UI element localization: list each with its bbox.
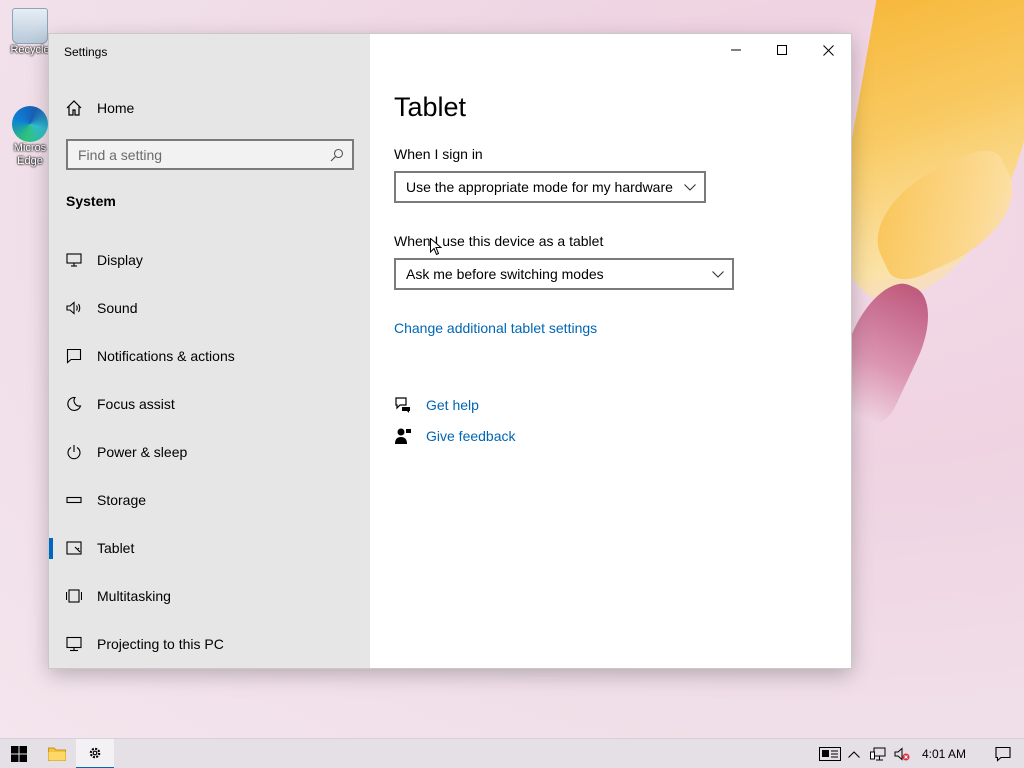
window-controls xyxy=(713,34,851,66)
page-title: Tablet xyxy=(394,92,467,122)
sidebar-item-label: Tablet xyxy=(97,540,135,556)
network-icon xyxy=(869,747,886,761)
sidebar-item-label: Focus assist xyxy=(97,396,175,412)
notification-icon xyxy=(995,746,1011,762)
desktop-icon-edge[interactable]: Micros Edge xyxy=(6,106,54,168)
mouse-cursor-icon xyxy=(430,238,442,256)
projecting-icon xyxy=(66,636,82,652)
sidebar-item-storage[interactable]: Storage xyxy=(49,476,370,524)
maximize-button[interactable] xyxy=(759,34,805,66)
feedback-icon xyxy=(395,428,411,444)
sidebar-item-label: Display xyxy=(97,252,143,268)
sidebar-item-sound[interactable]: Sound xyxy=(49,284,370,332)
chevron-down-icon xyxy=(684,183,696,191)
clock[interactable]: 4:01 AM xyxy=(914,747,982,761)
recycle-bin-icon xyxy=(12,8,48,44)
minimize-icon xyxy=(731,49,741,51)
sidebar-item-label: Multitasking xyxy=(97,588,171,604)
settings-window: Settings Home System Display xyxy=(49,34,851,668)
sidebar-item-projecting[interactable]: Projecting to this PC xyxy=(49,620,370,668)
get-help-link[interactable]: Get help xyxy=(426,397,479,413)
close-button[interactable] xyxy=(805,34,851,66)
system-tray: 4:01 AM xyxy=(818,739,1024,768)
tray-show-hidden[interactable] xyxy=(842,739,866,768)
section-heading: System xyxy=(66,193,116,209)
news-icon xyxy=(818,747,841,761)
sign-in-label: When I sign in xyxy=(394,146,483,162)
tray-news[interactable] xyxy=(818,739,842,768)
home-icon xyxy=(66,100,82,116)
dropdown-value: Ask me before switching modes xyxy=(406,266,604,282)
sidebar-item-label: Sound xyxy=(97,300,138,316)
sign-in-dropdown[interactable]: Use the appropriate mode for my hardware xyxy=(394,171,706,203)
windows-logo-icon xyxy=(11,745,27,762)
sidebar-home[interactable]: Home xyxy=(65,98,134,118)
desktop-icon-label: Recycle xyxy=(10,44,50,56)
sidebar-item-focus-assist[interactable]: Focus assist xyxy=(49,380,370,428)
action-center-button[interactable] xyxy=(982,739,1024,768)
search-icon xyxy=(330,148,344,161)
start-button[interactable] xyxy=(0,739,38,768)
multitasking-icon xyxy=(66,588,82,604)
sidebar-item-label: Notifications & actions xyxy=(97,348,235,364)
sidebar-nav: Display Sound Notifications & actions Fo… xyxy=(49,236,370,668)
chevron-up-icon xyxy=(848,750,860,758)
folder-icon xyxy=(48,747,66,761)
sidebar-item-label: Storage xyxy=(97,492,147,508)
main-content: Tablet When I sign in Use the appropriat… xyxy=(370,34,851,668)
moon-icon xyxy=(66,396,82,412)
sidebar-item-multitasking[interactable]: Multitasking xyxy=(49,572,370,620)
search-input[interactable] xyxy=(78,146,330,163)
minimize-button[interactable] xyxy=(713,34,759,66)
tablet-use-label: When I use this device as a tablet xyxy=(394,233,604,249)
home-label: Home xyxy=(97,100,135,116)
window-title: Settings xyxy=(64,45,108,59)
sound-icon xyxy=(66,300,82,316)
taskbar-settings[interactable] xyxy=(76,738,114,768)
volume-muted-icon xyxy=(894,747,910,761)
sidebar-item-power-sleep[interactable]: Power & sleep xyxy=(49,428,370,476)
maximize-icon xyxy=(777,45,787,55)
give-feedback-row[interactable]: Give feedback xyxy=(394,427,516,445)
sidebar-item-label: Power & sleep xyxy=(97,444,188,460)
desktop-icon-recycle-bin[interactable]: Recycle xyxy=(6,8,54,57)
close-icon xyxy=(822,44,834,56)
sidebar-item-notifications[interactable]: Notifications & actions xyxy=(49,332,370,380)
power-icon xyxy=(66,444,82,460)
get-help-row[interactable]: Get help xyxy=(394,396,479,414)
display-icon xyxy=(66,252,82,268)
edge-icon xyxy=(12,106,48,142)
gear-icon xyxy=(89,747,101,758)
search-box[interactable] xyxy=(66,139,354,170)
give-feedback-link[interactable]: Give feedback xyxy=(426,428,516,444)
tablet-icon xyxy=(66,540,82,556)
desktop-icon-label: Micros Edge xyxy=(13,142,47,167)
chevron-down-icon xyxy=(712,270,724,278)
sidebar-item-tablet[interactable]: Tablet xyxy=(49,524,370,572)
tray-network[interactable] xyxy=(866,739,890,768)
storage-icon xyxy=(66,492,82,508)
dropdown-value: Use the appropriate mode for my hardware xyxy=(406,179,673,195)
taskbar-file-explorer[interactable] xyxy=(38,739,76,768)
help-icon xyxy=(395,397,410,413)
sidebar-item-label: Projecting to this PC xyxy=(97,636,224,652)
additional-tablet-settings-link[interactable]: Change additional tablet settings xyxy=(394,320,597,336)
notifications-icon xyxy=(66,348,82,364)
sidebar: Settings Home System Display xyxy=(49,34,370,668)
tray-volume[interactable] xyxy=(890,739,914,768)
taskbar: 4:01 AM xyxy=(0,738,1024,768)
tablet-use-dropdown[interactable]: Ask me before switching modes xyxy=(394,258,734,290)
sidebar-item-display[interactable]: Display xyxy=(49,236,370,284)
